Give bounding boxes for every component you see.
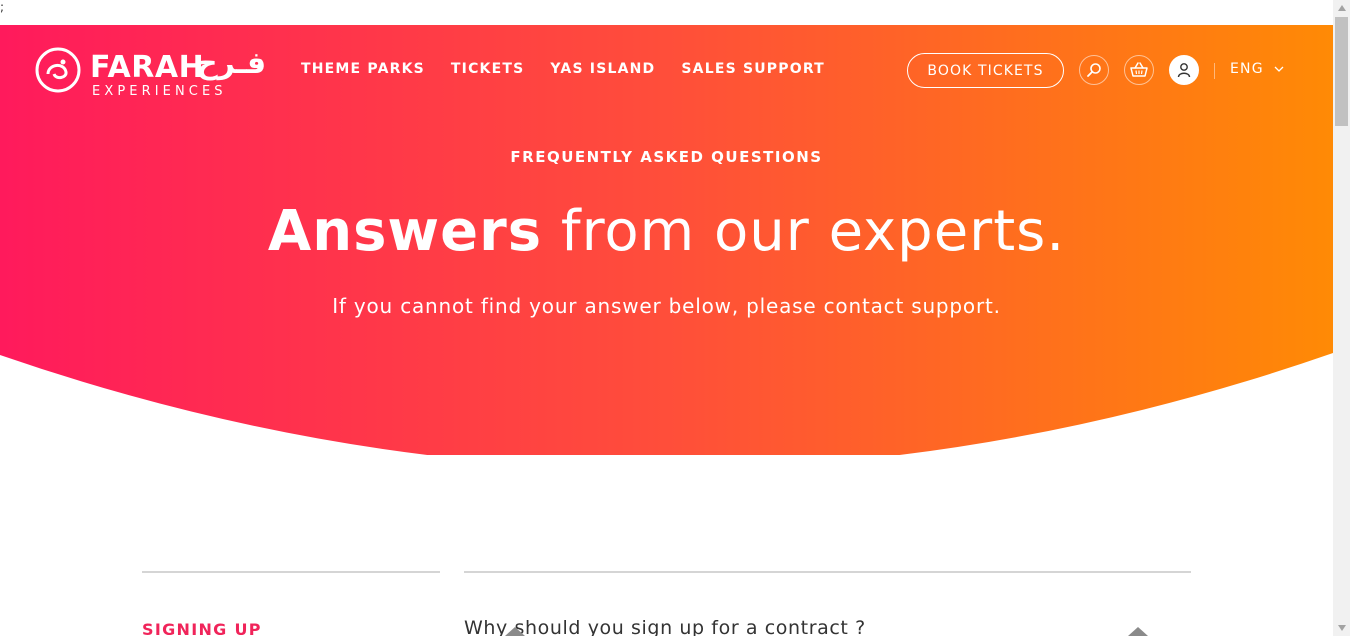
user-icon: [1177, 63, 1191, 78]
search-button[interactable]: [1079, 55, 1109, 85]
nav-item-sales-support[interactable]: SALES SUPPORT: [681, 60, 825, 78]
caret-up-icon: [505, 627, 525, 636]
basket-icon: [1130, 62, 1148, 77]
site-header: FARAH فـرح EXPERIENCES THEME PARKS TICKE…: [0, 25, 1333, 115]
hero-headline-strong: Answers: [267, 199, 543, 264]
nav-item-theme-parks[interactable]: THEME PARKS: [301, 60, 425, 78]
stray-text: ;: [0, 0, 5, 14]
scroll-up-arrow-icon[interactable]: [1338, 5, 1346, 11]
hero-headline: Answers from our experts.: [0, 196, 1333, 268]
book-tickets-button[interactable]: BOOK TICKETS: [907, 53, 1064, 88]
farah-logo[interactable]: FARAH فـرح EXPERIENCES: [34, 44, 274, 99]
logo-emblem-icon: [35, 47, 81, 93]
main-nav: THEME PARKS TICKETS YAS ISLAND SALES SUP…: [301, 60, 825, 78]
accordion-toggle-icon[interactable]: [1128, 627, 1148, 636]
header-divider: [1214, 63, 1215, 79]
logo-subtitle: EXPERIENCES: [92, 84, 227, 99]
scroll-down-arrow-icon[interactable]: [1338, 625, 1346, 631]
hero-subline: If you cannot find your answer below, pl…: [332, 294, 1001, 318]
logo-arabic-wordmark: فـرح: [196, 46, 267, 81]
cart-button[interactable]: [1124, 55, 1154, 85]
search-icon: [1087, 63, 1101, 77]
chevron-down-icon: [1274, 66, 1284, 72]
nav-item-tickets[interactable]: TICKETS: [451, 60, 524, 78]
faq-category-signing-up[interactable]: SIGNING UP: [142, 620, 262, 636]
nav-item-yas-island[interactable]: YAS ISLAND: [550, 60, 655, 78]
category-divider: [142, 571, 440, 573]
scrollbar-thumb[interactable]: [1335, 17, 1348, 126]
language-label: ENG: [1230, 61, 1264, 77]
account-button[interactable]: [1169, 55, 1199, 85]
hero-eyebrow: FREQUENTLY ASKED QUESTIONS: [510, 148, 823, 166]
questions-divider: [464, 571, 1191, 573]
hero-headline-light: from our experts.: [542, 199, 1066, 264]
language-selector[interactable]: ENG: [1230, 60, 1284, 78]
logo-wordmark: FARAH: [90, 50, 205, 85]
